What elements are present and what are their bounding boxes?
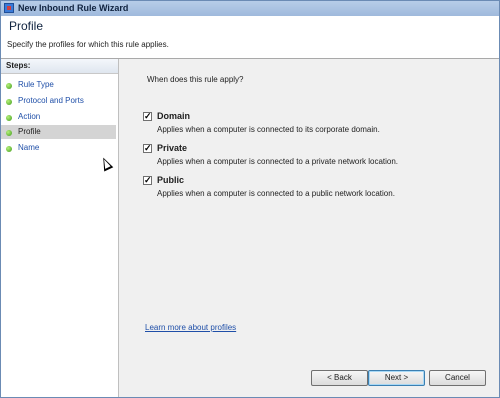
private-checkbox[interactable]: ✓ xyxy=(143,144,152,153)
option-private: ✓ Private Applies when a computer is con… xyxy=(143,143,483,173)
page-subtitle: Specify the profiles for which this rule… xyxy=(7,40,169,49)
option-public: ✓ Public Applies when a computer is conn… xyxy=(143,175,483,205)
steps-heading: Steps: xyxy=(1,59,118,74)
page-title: Profile xyxy=(9,19,44,33)
profile-content: When does this rule apply? ✓ Domain Appl… xyxy=(119,59,499,397)
option-description: Applies when a computer is connected to … xyxy=(157,189,395,198)
learn-more-link[interactable]: Learn more about profiles xyxy=(145,323,236,332)
next-button[interactable]: Next > xyxy=(368,370,425,386)
step-action[interactable]: Action xyxy=(1,110,116,124)
cancel-button[interactable]: Cancel xyxy=(429,370,486,386)
step-profile[interactable]: Profile xyxy=(1,125,116,139)
step-label: Action xyxy=(18,112,41,121)
window-title: New Inbound Rule Wizard xyxy=(18,3,129,13)
wizard-window: New Inbound Rule Wizard Profile Specify … xyxy=(0,0,500,398)
wizard-header: Profile Specify the profiles for which t… xyxy=(1,16,499,59)
steps-heading-label: Steps: xyxy=(6,61,31,70)
step-protocol-and-ports[interactable]: Protocol and Ports xyxy=(1,94,116,108)
steps-pane: Steps: Rule Type Protocol and Ports Acti… xyxy=(1,59,119,397)
step-rule-type[interactable]: Rule Type xyxy=(1,78,116,92)
step-label: Profile xyxy=(18,127,41,136)
back-button[interactable]: < Back xyxy=(311,370,368,386)
step-complete-icon xyxy=(6,83,12,89)
option-domain: ✓ Domain Applies when a computer is conn… xyxy=(143,111,483,141)
option-name[interactable]: Domain xyxy=(157,111,190,121)
firewall-app-icon xyxy=(4,3,14,13)
step-complete-icon xyxy=(6,99,12,105)
domain-checkbox[interactable]: ✓ xyxy=(143,112,152,121)
option-name[interactable]: Public xyxy=(157,175,184,185)
title-bar[interactable]: New Inbound Rule Wizard xyxy=(1,1,499,17)
step-label: Rule Type xyxy=(18,80,54,89)
option-description: Applies when a computer is connected to … xyxy=(157,125,380,134)
public-checkbox[interactable]: ✓ xyxy=(143,176,152,185)
step-label: Protocol and Ports xyxy=(18,96,84,105)
step-current-icon xyxy=(6,130,12,136)
step-name[interactable]: Name xyxy=(1,141,116,155)
step-pending-icon xyxy=(6,146,12,152)
question-text: When does this rule apply? xyxy=(147,75,244,84)
option-description: Applies when a computer is connected to … xyxy=(157,157,399,166)
step-complete-icon xyxy=(6,115,12,121)
step-label: Name xyxy=(18,143,40,152)
option-name[interactable]: Private xyxy=(157,143,187,153)
